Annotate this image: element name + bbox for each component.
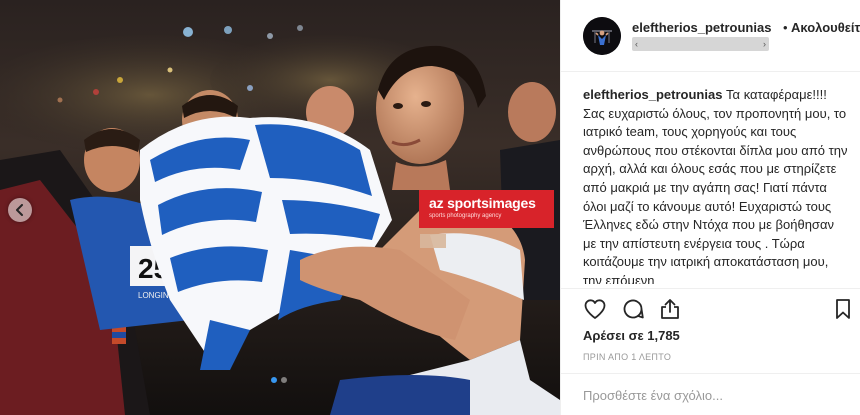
carousel-prev-button[interactable] — [8, 198, 32, 222]
comment-input[interactable] — [583, 384, 833, 406]
carousel-dot-2 — [281, 377, 287, 383]
header-separator: • — [783, 20, 788, 35]
location-bar[interactable]: ‹ › — [632, 37, 769, 51]
post-header: eleftherios_petrounias • Ακολουθείτε ‹ › — [561, 0, 860, 72]
likes-count[interactable]: Αρέσει σε 1,785 — [583, 328, 680, 343]
post-details-panel: eleftherios_petrounias • Ακολουθείτε ‹ ›… — [560, 0, 860, 415]
comment-composer — [561, 373, 860, 415]
instagram-post: 25 LONGINES az sportsimages sports photo… — [0, 0, 860, 415]
caption-text: Τα καταφέραμε!!!! Σας ευχαριστώ όλους, τ… — [583, 87, 848, 284]
header-username[interactable]: eleftherios_petrounias — [632, 20, 771, 35]
bookmark-icon — [836, 299, 850, 319]
caption-username[interactable]: eleftherios_petrounias — [583, 87, 722, 102]
avatar[interactable] — [583, 17, 621, 55]
comment-bubble-icon — [623, 299, 644, 319]
chevron-left-icon — [16, 204, 23, 216]
location-right-arrow-icon: › — [763, 39, 766, 49]
post-timestamp[interactable]: ΠΡΙΝ ΑΠΟ 1 ΛΕΠΤΟ — [583, 352, 671, 362]
location-left-arrow-icon: ‹ — [635, 39, 638, 49]
comment-button[interactable] — [621, 297, 645, 321]
heart-icon — [584, 299, 606, 319]
watermark-logo: az sportsimages sports photography agenc… — [419, 190, 554, 228]
follow-status-button[interactable]: Ακολουθείτε — [791, 20, 860, 35]
avatar-image — [583, 17, 621, 55]
action-bar — [561, 288, 860, 328]
watermark-tagline: sports photography agency — [429, 213, 502, 219]
carousel-indicator — [271, 377, 287, 383]
carousel-dot-1 — [271, 377, 277, 383]
save-button[interactable] — [831, 297, 855, 321]
share-icon — [661, 299, 679, 319]
caption: eleftherios_petrounias Τα καταφέραμε!!!!… — [583, 86, 849, 284]
watermark-brand: az sportsimages — [429, 195, 536, 211]
post-media[interactable]: 25 LONGINES az sportsimages sports photo… — [0, 0, 560, 415]
share-button[interactable] — [658, 297, 682, 321]
like-button[interactable] — [583, 297, 607, 321]
